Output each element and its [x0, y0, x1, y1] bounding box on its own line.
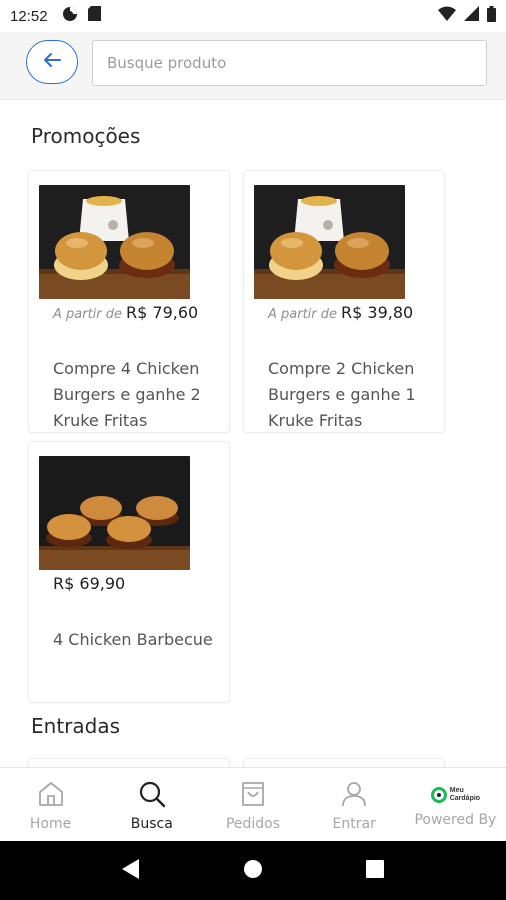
nav-item-home[interactable]: Home	[0, 768, 101, 841]
home-circle-icon	[243, 859, 263, 883]
product-name: Compre 4 Chicken Burgers e ganhe 2 Kruke…	[53, 359, 201, 430]
back-triangle-icon	[122, 858, 140, 883]
status-time: 12:52	[10, 7, 48, 25]
android-home-button[interactable]	[233, 851, 273, 891]
product-image	[254, 185, 405, 299]
powered-by-label: Powered By	[414, 812, 497, 828]
nav-label: Pedidos	[225, 816, 281, 832]
nav-label: Entrar	[332, 816, 376, 832]
product-card[interactable]	[28, 758, 230, 767]
product-list[interactable]: Promoções A partir de R$ 79,60 Compre 4 C…	[0, 100, 506, 767]
nav-item-powered-by[interactable]: Meu Cardápio Powered By	[405, 768, 506, 841]
nav-item-busca[interactable]: Busca	[101, 768, 202, 841]
back-button[interactable]	[26, 40, 78, 84]
brand-line-2: Cardápio	[449, 795, 481, 802]
nav-label: Busca	[130, 816, 173, 832]
product-card[interactable]: A partir de R$ 39,80 Compre 2 Chicken Bur…	[243, 170, 445, 433]
product-price: R$ 79,60	[126, 303, 199, 322]
product-image	[39, 185, 190, 299]
wifi-icon	[438, 6, 456, 26]
arrow-left-icon	[43, 52, 61, 72]
android-back-button[interactable]	[111, 851, 151, 891]
android-recents-button[interactable]	[355, 851, 395, 891]
product-name: Compre 2 Chicken Burgers e ganhe 1 Kruke…	[268, 359, 416, 430]
search-header	[0, 32, 506, 100]
section-title-entradas: Entradas	[31, 714, 121, 738]
nav-label: Home	[29, 816, 72, 832]
product-card[interactable]: A partir de R$ 79,60 Compre 4 Chicken Bur…	[28, 170, 230, 433]
user-icon	[340, 780, 368, 812]
home-icon	[37, 780, 65, 812]
price-row: A partir de R$ 79,60	[53, 303, 198, 322]
price-prefix: A partir de	[53, 307, 123, 322]
product-card[interactable]: R$ 69,90 4 Chicken Barbecue	[28, 441, 230, 703]
status-icons-left	[62, 6, 101, 27]
battery-icon	[487, 5, 496, 27]
sd-card-icon	[87, 6, 101, 26]
status-icons-right	[438, 5, 496, 27]
meu-cardapio-logo: Meu Cardápio	[430, 780, 481, 810]
product-price: R$ 69,90	[53, 574, 126, 593]
brand-line-1: Meu	[449, 787, 464, 794]
price-row: A partir de R$ 39,80	[268, 303, 413, 322]
recents-square-icon	[366, 859, 384, 882]
data-saver-icon	[62, 6, 78, 27]
price-row: R$ 69,90	[53, 574, 125, 593]
section-title-promocoes: Promoções	[31, 124, 141, 148]
shopping-bag-icon	[239, 780, 267, 812]
search-input[interactable]	[92, 40, 487, 86]
nav-item-pedidos[interactable]: Pedidos	[202, 768, 303, 841]
status-bar: 12:52	[0, 0, 506, 32]
product-image	[39, 456, 190, 570]
android-navigation-bar	[0, 841, 506, 900]
search-icon	[138, 780, 166, 812]
product-card[interactable]	[243, 758, 445, 767]
nav-item-entrar[interactable]: Entrar	[304, 768, 405, 841]
bottom-navigation: Home Busca Pedidos Entrar Meu Cardápio P…	[0, 767, 506, 841]
signal-icon	[464, 6, 479, 26]
product-price: R$ 39,80	[341, 303, 414, 322]
product-name: 4 Chicken Barbecue	[53, 630, 213, 649]
price-prefix: A partir de	[268, 307, 338, 322]
